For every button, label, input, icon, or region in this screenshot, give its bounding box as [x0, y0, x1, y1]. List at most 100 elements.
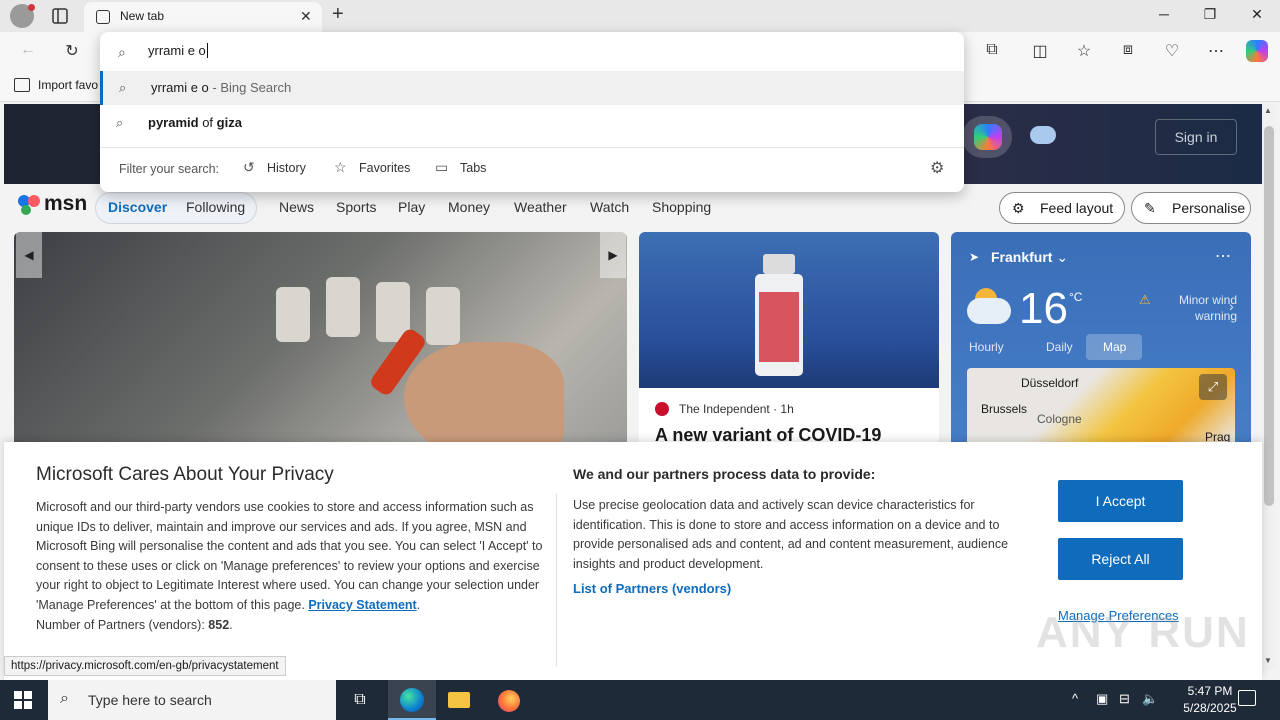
suggestion-item[interactable]: ⌕ pyramid of giza — [100, 106, 964, 140]
weather-cloud-icon[interactable] — [1030, 126, 1056, 144]
page-scrollbar[interactable]: ▲ ▼ — [1262, 104, 1276, 670]
browser-essentials-icon[interactable]: ♡ — [1162, 41, 1182, 61]
weather-location[interactable]: Frankfurt ⌄ — [991, 249, 1068, 266]
temperature-unit[interactable]: °C — [1069, 290, 1082, 304]
list-of-partners-link[interactable]: List of Partners (vendors) — [573, 581, 731, 596]
restore-button[interactable]: ❐ — [1200, 6, 1220, 23]
suggestion-text: yrrami e o - Bing Search — [151, 80, 292, 95]
nav-news[interactable]: News — [279, 199, 314, 215]
tab-hourly[interactable]: Hourly — [969, 340, 1004, 354]
task-view-icon[interactable]: ⧉ — [338, 684, 382, 716]
new-tab-button[interactable]: + — [332, 3, 344, 26]
notifications-icon[interactable] — [1238, 690, 1256, 706]
taskbar-search-placeholder: Type here to search — [88, 692, 212, 708]
address-bar-dropdown: ⌕ yrrami e o ⌕ yrrami e o - Bing Search … — [100, 32, 964, 192]
warning-icon: ⚠ — [1139, 292, 1151, 307]
filter-favorites[interactable]: Favorites — [359, 161, 410, 175]
privacy-statement-link[interactable]: Privacy Statement — [308, 598, 416, 612]
scroll-down-icon[interactable]: ▼ — [1264, 656, 1272, 665]
cloud-icon — [967, 298, 1011, 324]
search-icon: ⌕ — [119, 80, 127, 95]
privacy-body: Microsoft and our third-party vendors us… — [36, 500, 543, 632]
privacy-title: Microsoft Cares About Your Privacy — [36, 464, 334, 485]
sliders-icon: ⚙ — [1012, 200, 1025, 216]
personalise-button[interactable]: ✎ Personalise — [1131, 192, 1251, 224]
copilot-logo-icon — [974, 124, 1002, 150]
taskbar-edge-button[interactable] — [388, 680, 436, 720]
accept-button[interactable]: I Accept — [1058, 480, 1183, 522]
chevron-up-icon[interactable]: ^ — [1072, 691, 1078, 706]
sign-in-button[interactable]: Sign in — [1155, 119, 1237, 155]
device-icon[interactable]: ▣ — [1096, 691, 1108, 707]
filter-history[interactable]: History — [267, 161, 306, 175]
feed-layout-button[interactable]: ⚙ Feed layout — [999, 192, 1125, 224]
filter-tabs[interactable]: Tabs — [460, 161, 486, 175]
import-favorites-link[interactable]: Import favo — [38, 78, 98, 92]
tab-map[interactable]: Map — [1103, 340, 1126, 354]
divider — [556, 494, 557, 666]
tabs-icon: ▭ — [435, 159, 449, 175]
volume-icon[interactable]: 🔈 — [1142, 691, 1158, 707]
nav-watch[interactable]: Watch — [590, 199, 629, 215]
tab-new-tab[interactable]: New tab ✕ — [84, 2, 322, 32]
favorites-icon[interactable]: ☆ — [1074, 41, 1094, 61]
taskbar-search-box[interactable]: ⌕ Type here to search — [48, 680, 336, 720]
windows-start-icon[interactable] — [14, 691, 32, 709]
scroll-up-icon[interactable]: ▲ — [1264, 106, 1272, 115]
search-icon: ⌕ — [116, 115, 124, 130]
minimize-button[interactable]: ─ — [1154, 6, 1174, 22]
extensions-icon[interactable]: ⧉ — [982, 41, 1002, 61]
data-processing-title: We and our partners process data to prov… — [573, 466, 876, 482]
nav-following[interactable]: Following — [186, 199, 245, 215]
reject-all-button[interactable]: Reject All — [1058, 538, 1183, 580]
nav-shopping[interactable]: Shopping — [652, 199, 711, 215]
gear-icon[interactable]: ⚙ — [930, 158, 944, 178]
location-arrow-icon: ➤ — [969, 250, 980, 264]
tab-actions-icon[interactable] — [50, 6, 70, 26]
weather-temperature: 16 — [1019, 284, 1068, 333]
msn-logo-text: msn — [44, 192, 88, 215]
weather-more-icon[interactable]: ⋯ — [1215, 246, 1231, 266]
msn-butterfly-icon — [18, 195, 40, 215]
photo-detail — [276, 287, 310, 342]
carousel-prev-icon[interactable]: ◀ — [16, 232, 42, 278]
weather-warning[interactable]: Minor wind warning — [1157, 292, 1237, 324]
copilot-icon[interactable] — [1246, 40, 1268, 62]
nav-weather[interactable]: Weather — [514, 199, 567, 215]
watermark-logo: ANY RUN — [1036, 608, 1250, 657]
scroll-thumb[interactable] — [1264, 126, 1274, 506]
carousel-next-icon[interactable]: ▶ — [600, 232, 626, 278]
split-screen-icon[interactable]: ◫ — [1030, 41, 1050, 61]
search-icon: ⌕ — [118, 44, 126, 60]
map-city-label: Düsseldorf — [1021, 376, 1079, 390]
suggestion-item[interactable]: ⌕ yrrami e o - Bing Search — [100, 71, 964, 105]
news-image — [639, 232, 939, 388]
new-tab-page-icon — [96, 10, 110, 24]
address-bar-input[interactable]: yrrami e o — [148, 43, 208, 58]
divider — [100, 147, 964, 148]
nav-sports[interactable]: Sports — [336, 199, 376, 215]
firefox-icon[interactable] — [498, 690, 520, 712]
title-bar: New tab ✕ + ─ ❐ ✕ — [0, 0, 1280, 32]
photo-detail — [326, 277, 360, 337]
expand-icon[interactable]: ⤢ — [1199, 374, 1227, 400]
edge-icon — [400, 688, 424, 712]
nav-money[interactable]: Money — [448, 199, 490, 215]
personalise-label: Personalise — [1172, 200, 1246, 216]
close-tab-icon[interactable]: ✕ — [300, 8, 312, 25]
nav-discover[interactable]: Discover — [108, 199, 167, 215]
more-icon[interactable]: ⋯ — [1206, 41, 1226, 61]
star-icon: ☆ — [334, 159, 347, 175]
vial-cap — [763, 254, 795, 274]
network-icon[interactable]: ⊟ — [1119, 691, 1130, 707]
tab-daily[interactable]: Daily — [1046, 340, 1073, 354]
feed-layout-label: Feed layout — [1040, 200, 1114, 216]
nav-play[interactable]: Play — [398, 199, 425, 215]
collections-icon[interactable]: ⧈ — [1118, 41, 1138, 61]
back-icon[interactable]: ← — [18, 41, 38, 61]
close-window-button[interactable]: ✕ — [1247, 6, 1267, 23]
file-explorer-icon[interactable] — [448, 692, 470, 708]
refresh-icon[interactable]: ↻ — [62, 41, 82, 61]
tab-title: New tab — [120, 9, 165, 23]
chevron-right-icon[interactable]: › — [1229, 298, 1234, 314]
